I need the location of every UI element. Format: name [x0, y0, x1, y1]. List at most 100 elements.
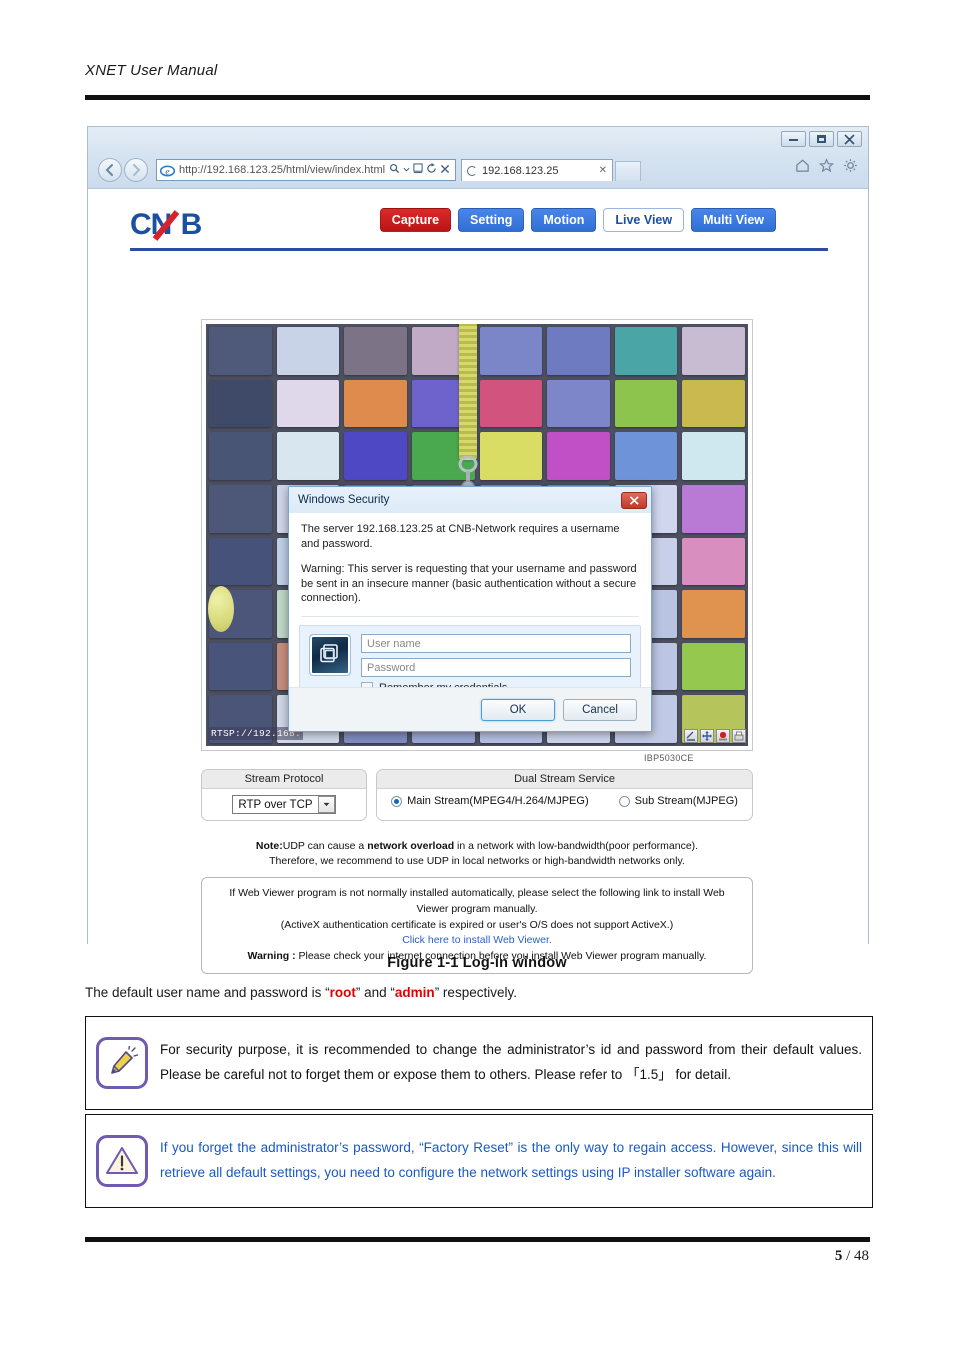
video-toolbar	[684, 729, 746, 743]
footer-rule	[85, 1237, 870, 1242]
web-viewer-line-1: If Web Viewer program is not normally in…	[229, 887, 725, 915]
aspect-ratio-icon[interactable]	[684, 729, 698, 743]
cnb-logo-n: N	[150, 207, 173, 241]
stream-protocol-select[interactable]: RTP over TCP	[232, 795, 336, 814]
browser-right-icons	[795, 158, 858, 178]
default-cred-mid: ” and “	[355, 985, 395, 1000]
nav-button-multi-view[interactable]: Multi View	[691, 208, 776, 232]
search-icon[interactable]	[389, 163, 400, 177]
color-swatch	[547, 379, 610, 428]
credential-cards-icon	[309, 634, 351, 677]
warning-triangle-icon	[96, 1135, 148, 1187]
document-header: XNET User Manual	[85, 62, 870, 79]
default-cred-suffix: ” respectively.	[434, 985, 517, 1000]
ok-button[interactable]: OK	[481, 698, 555, 721]
cancel-button[interactable]: Cancel	[563, 698, 637, 721]
note-security-text: For security purpose, it is recommended …	[160, 1042, 862, 1082]
cnb-logo-b: B	[180, 207, 203, 241]
radio-sub-stream-indicator[interactable]	[618, 795, 630, 807]
color-swatch	[209, 537, 272, 586]
dialog-close-icon[interactable]	[621, 491, 647, 509]
dual-stream-body: Main Stream(MPEG4/H.264/MJPEG) Sub Strea…	[377, 789, 752, 813]
dialog-titlebar: Windows Security	[289, 487, 651, 513]
color-swatch	[209, 379, 272, 428]
color-swatch	[479, 432, 543, 480]
color-swatch	[682, 327, 745, 375]
refresh-icon[interactable]	[426, 163, 437, 177]
username-input[interactable]: User name	[361, 634, 631, 654]
nav-button-capture[interactable]: Capture	[379, 208, 452, 232]
default-cred-prefix: The default user name and password is “	[85, 985, 330, 1000]
color-swatch	[344, 327, 407, 375]
record-icon[interactable]	[716, 729, 730, 743]
address-bar-icons	[389, 163, 452, 177]
cnb-logo-c: C	[130, 207, 152, 241]
tab-title: 192.168.123.25	[482, 164, 559, 177]
color-swatch	[547, 432, 610, 480]
color-swatch	[614, 327, 678, 375]
udp-note-bold-overload: network overload	[367, 840, 455, 852]
color-swatch	[276, 379, 340, 428]
minimize-button[interactable]	[781, 131, 806, 147]
default-credentials-text: The default user name and password is “r…	[85, 985, 875, 1000]
zipper-cord	[459, 324, 477, 460]
udp-note: Note:UDP can cause a network overload in…	[201, 839, 753, 869]
stream-protocol-selected-value: RTP over TCP	[238, 798, 313, 811]
color-swatch	[682, 537, 745, 586]
back-button[interactable]	[98, 158, 122, 182]
color-swatch	[682, 590, 745, 638]
stop-icon[interactable]	[440, 164, 450, 177]
home-icon[interactable]	[795, 158, 810, 178]
stream-protocol-panel: Stream Protocol RTP over TCP	[201, 769, 367, 821]
default-username-value: root	[329, 985, 356, 1000]
browser-chrome: e http://192.168.123.25/html/view/index.…	[88, 127, 868, 189]
nav-button-motion[interactable]: Motion	[531, 208, 597, 232]
radio-main-stream-indicator[interactable]	[391, 795, 403, 807]
save-icon[interactable]	[732, 729, 746, 743]
password-input[interactable]: Password	[361, 658, 631, 678]
new-tab-button[interactable]	[615, 161, 641, 181]
page-current: 5	[834, 1248, 843, 1264]
note-box-security: For security purpose, it is recommended …	[85, 1016, 873, 1110]
color-swatch	[209, 327, 272, 375]
compatibility-view-icon[interactable]	[413, 163, 423, 177]
dialog-title: Windows Security	[298, 494, 390, 506]
tab-loading-icon	[467, 165, 477, 176]
gear-icon[interactable]	[843, 158, 858, 178]
color-swatch	[614, 379, 678, 428]
color-swatch	[209, 432, 272, 480]
page-total: 48	[854, 1248, 869, 1264]
nav-button-setting[interactable]: Setting	[458, 208, 525, 232]
default-password-value: admin	[394, 985, 435, 1000]
window-controls	[781, 131, 862, 147]
dual-stream-panel: Dual Stream Service Main Stream(MPEG4/H.…	[376, 769, 753, 821]
cnb-top-bar: CNB Capture Setting Motion Live View Mul…	[130, 201, 828, 251]
color-swatch	[614, 432, 678, 480]
chevron-down-icon[interactable]	[317, 796, 335, 813]
address-url-text: http://192.168.123.25/html/view/index.ht…	[179, 164, 386, 176]
radio-sub-stream[interactable]: Sub Stream(MJPEG)	[618, 795, 738, 807]
color-swatch	[547, 327, 610, 375]
install-web-viewer-link[interactable]: Click here to install Web Viewer.	[212, 933, 742, 949]
radio-main-stream-label: Main Stream(MPEG4/H.264/MJPEG)	[407, 795, 589, 807]
nav-button-live-view[interactable]: Live View	[603, 208, 685, 232]
favorites-icon[interactable]	[818, 158, 835, 178]
address-bar[interactable]: e http://192.168.123.25/html/view/index.…	[156, 159, 456, 181]
ie-logo-icon: e	[159, 163, 176, 178]
page-number: 5 / 48	[835, 1248, 869, 1265]
restore-button[interactable]	[809, 131, 834, 147]
move-icon[interactable]	[700, 729, 714, 743]
browser-window: e http://192.168.123.25/html/view/index.…	[87, 126, 869, 974]
color-swatch	[479, 327, 543, 375]
chevron-down-icon[interactable]	[403, 164, 410, 176]
highlighter-pen-icon	[96, 1037, 148, 1089]
udp-note-line-1: Note:UDP can cause a network overload in…	[201, 839, 753, 854]
close-button[interactable]	[837, 131, 862, 147]
credential-fields: User name Password Remember my credentia…	[361, 634, 631, 695]
color-swatch	[682, 484, 745, 533]
forward-button[interactable]	[124, 158, 148, 182]
browser-tab[interactable]: 192.168.123.25 ✕	[461, 159, 613, 181]
radio-main-stream[interactable]: Main Stream(MPEG4/H.264/MJPEG)	[391, 795, 589, 807]
tab-close-icon[interactable]: ✕	[599, 165, 607, 176]
cnb-nav-buttons: Capture Setting Motion Live View Multi V…	[379, 208, 776, 232]
